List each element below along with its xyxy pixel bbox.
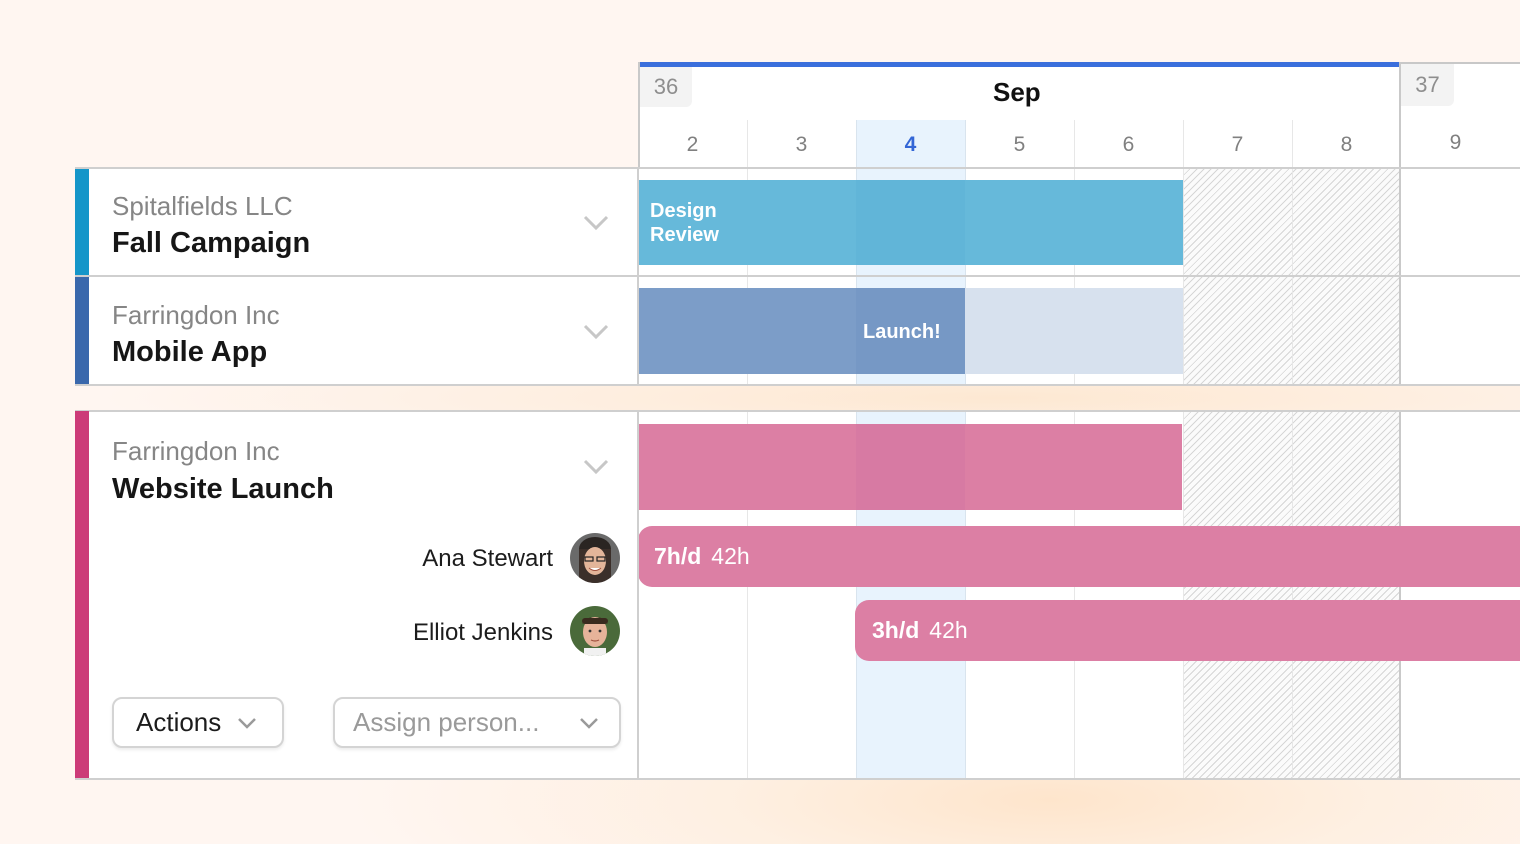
allocation-total: 42h <box>929 617 968 643</box>
milestone-label-line: Design <box>650 200 717 222</box>
milestone-label: Launch! <box>863 321 941 343</box>
actions-dropdown-button[interactable]: Actions <box>112 697 284 748</box>
allocation-total: 42h <box>711 543 750 569</box>
header-bottom-border <box>75 167 1520 169</box>
gridline <box>1292 412 1293 779</box>
allocation-rate: 7h/d <box>654 543 702 569</box>
chevron-down-icon <box>238 717 257 729</box>
day-header[interactable]: 6 <box>1074 133 1183 157</box>
person-name[interactable]: Ana Stewart <box>293 545 553 573</box>
avatar-elliot-jenkins[interactable] <box>570 606 620 656</box>
day-header[interactable]: 8 <box>1292 133 1401 157</box>
client-name: Spitalfields LLC <box>112 191 293 221</box>
avatar-ana-stewart[interactable] <box>570 533 620 583</box>
milestone-label-line: Review <box>650 224 719 246</box>
day-header-today[interactable]: 4 <box>856 133 965 157</box>
grid-left-border <box>637 412 639 779</box>
client-name: Farringdon Inc <box>112 436 280 466</box>
day-header[interactable]: 7 <box>1183 133 1292 157</box>
allocation-bar-elliot-jenkins[interactable]: 3h/d 42h <box>855 600 1520 661</box>
group-bottom-border <box>75 384 1520 386</box>
project-color-strip <box>75 168 89 276</box>
client-name: Farringdon Inc <box>112 300 280 330</box>
week-number-badge: 37 <box>1401 64 1454 106</box>
project-color-strip <box>75 411 89 780</box>
chevron-down-icon <box>580 718 598 729</box>
grid-left-border <box>637 168 639 385</box>
milestone-label: Design Review <box>650 199 719 247</box>
milestone-bar-tentative[interactable] <box>965 288 1183 374</box>
assign-person-placeholder: Assign person... <box>353 707 540 737</box>
today-overlay <box>856 180 965 265</box>
week-number-badge: 36 <box>640 67 692 107</box>
allocation-rate: 3h/d <box>872 617 920 643</box>
chevron-down-icon[interactable] <box>583 459 609 475</box>
gridline <box>1183 412 1184 779</box>
project-name[interactable]: Mobile App <box>112 336 267 369</box>
day-header[interactable]: 9 <box>1401 131 1510 155</box>
day-header[interactable]: 3 <box>747 133 856 157</box>
current-week-indicator <box>638 62 1401 67</box>
chevron-down-icon[interactable] <box>583 324 609 340</box>
person-name[interactable]: Elliot Jenkins <box>293 619 553 647</box>
group-bottom-border <box>75 778 1520 780</box>
project-name[interactable]: Website Launch <box>112 473 334 506</box>
project-color-strip <box>75 277 89 385</box>
assign-person-select[interactable]: Assign person... <box>333 697 621 748</box>
project-name[interactable]: Fall Campaign <box>112 227 310 260</box>
day-header[interactable]: 2 <box>638 133 747 157</box>
chevron-down-icon[interactable] <box>583 215 609 231</box>
today-overlay <box>856 424 965 510</box>
day-header[interactable]: 5 <box>965 133 1074 157</box>
week-gridline <box>1399 412 1401 779</box>
allocation-bar-ana-stewart[interactable]: 7h/d 42h <box>638 526 1520 587</box>
month-label: Sep <box>993 77 1041 107</box>
actions-label: Actions <box>136 707 222 737</box>
